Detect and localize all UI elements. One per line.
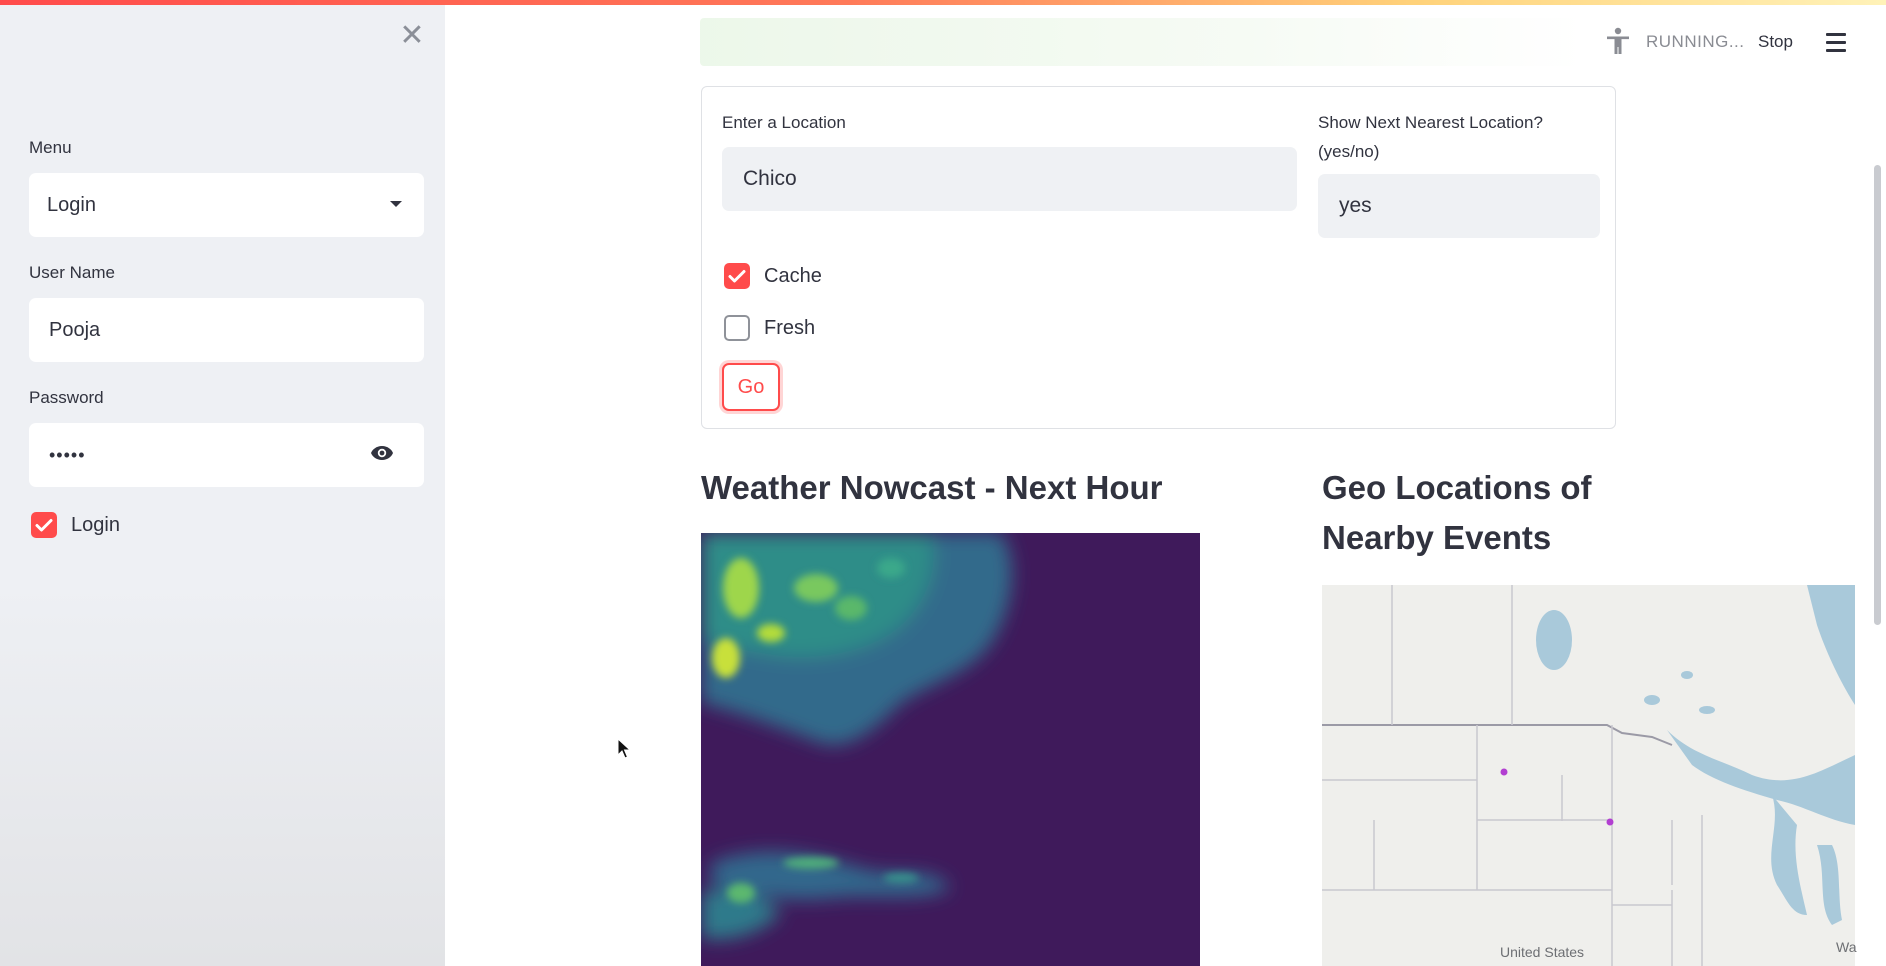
fresh-checkbox-label: Fresh (764, 317, 816, 339)
events-map-title-line1: Geo Locations of (1322, 469, 1592, 506)
go-button[interactable]: Go (722, 363, 780, 411)
top-decoration-bar (0, 0, 1886, 5)
password-input[interactable]: ••••• (29, 423, 424, 487)
next-nearest-value: yes (1339, 194, 1372, 217)
cache-checkbox[interactable] (724, 263, 750, 289)
scrollbar[interactable] (1874, 165, 1881, 625)
status-banner (700, 18, 1585, 66)
checkmark-icon (728, 270, 746, 283)
eye-icon[interactable] (370, 445, 394, 461)
location-value: Chico (743, 167, 797, 190)
mouse-cursor-icon (617, 738, 631, 759)
sidebar: ✕ Menu Login User Name Pooja Password ••… (0, 0, 445, 966)
menu-label: Menu (29, 138, 72, 157)
cache-checkbox-label: Cache (764, 265, 822, 287)
nowcast-image (701, 533, 1200, 966)
events-map[interactable]: United States Wa (1322, 585, 1857, 966)
menu-select-value: Login (47, 193, 96, 216)
close-icon[interactable]: ✕ (398, 21, 426, 51)
login-checkbox-label: Login (71, 514, 120, 536)
map-label-edge: Wa (1836, 939, 1857, 955)
menu-select[interactable]: Login (29, 173, 424, 237)
next-nearest-input[interactable]: yes (1318, 174, 1600, 238)
next-nearest-label: Show Next Nearest Location? (1318, 113, 1543, 132)
accessibility-icon[interactable] (1603, 26, 1633, 56)
events-map-title-line2: Nearby Events (1322, 519, 1552, 556)
chevron-down-icon (390, 201, 402, 207)
checkmark-icon (35, 519, 53, 532)
location-label: Enter a Location (722, 113, 846, 132)
location-form: Enter a Location Chico Show Next Nearest… (701, 86, 1616, 429)
nowcast-title: Weather Nowcast - Next Hour (701, 469, 1163, 506)
password-value: ••••• (49, 444, 86, 465)
username-value: Pooja (49, 318, 101, 341)
username-label: User Name (29, 263, 115, 282)
password-label: Password (29, 388, 104, 407)
next-nearest-label-hint: (yes/no) (1318, 142, 1380, 161)
username-input[interactable]: Pooja (29, 298, 424, 362)
hamburger-menu-icon[interactable] (1826, 33, 1846, 57)
map-label-united-states: United States (1500, 944, 1585, 960)
running-status: RUNNING... (1646, 32, 1745, 51)
map-tiles (1322, 585, 1855, 966)
login-checkbox[interactable] (31, 512, 57, 538)
fresh-checkbox[interactable] (724, 315, 750, 341)
location-input[interactable]: Chico (722, 147, 1297, 211)
stop-button[interactable]: Stop (1758, 32, 1793, 52)
